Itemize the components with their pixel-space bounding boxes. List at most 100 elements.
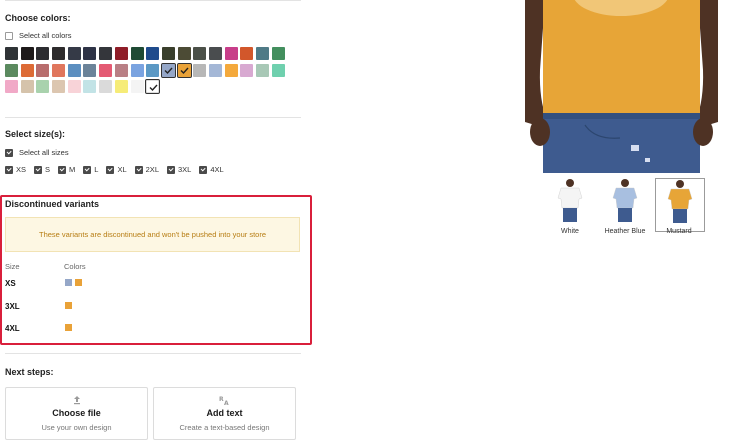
color-swatch[interactable] [240, 47, 254, 60]
color-swatch[interactable] [67, 63, 81, 77]
size-label: 4XL [210, 165, 224, 174]
size-checkbox[interactable] [167, 165, 175, 174]
discontinued-warning: These variants are discontinued and won'… [5, 217, 300, 252]
size-checkbox[interactable] [5, 165, 13, 174]
size-option[interactable]: 2XL [134, 165, 159, 174]
color-swatch[interactable] [20, 47, 34, 60]
size-checkbox[interactable] [106, 165, 115, 174]
color-swatch[interactable] [52, 63, 66, 77]
discontinued-color-swatch [65, 279, 72, 286]
size-checkbox[interactable] [34, 165, 43, 174]
tshirt-thumbnail-image [612, 179, 638, 222]
color-swatch[interactable] [256, 47, 269, 60]
discontinued-warning-text: These variants are discontinued and won'… [39, 230, 266, 239]
choose-file-card[interactable]: Choose file Use your own design [5, 387, 148, 440]
color-swatch[interactable] [208, 47, 222, 60]
color-swatch[interactable] [146, 63, 160, 77]
color-swatch[interactable] [99, 63, 113, 77]
size-option[interactable]: M [58, 165, 75, 174]
color-swatch[interactable] [5, 47, 18, 60]
column-header-size: Size [5, 262, 20, 271]
color-swatch[interactable] [130, 63, 144, 77]
color-swatch[interactable] [177, 47, 191, 60]
choose-file-title: Choose file [52, 408, 101, 418]
text-icon: RA [219, 395, 231, 407]
add-text-subtitle: Create a text-based design [179, 423, 270, 432]
size-label: XL [117, 165, 127, 174]
size-option[interactable]: S [34, 165, 50, 174]
divider [5, 0, 301, 1]
color-swatch[interactable] [130, 47, 144, 60]
size-option[interactable]: L [83, 165, 98, 174]
size-checkbox[interactable] [58, 165, 67, 174]
color-swatch[interactable] [114, 63, 128, 77]
color-swatch[interactable] [20, 63, 34, 77]
size-checkbox[interactable] [134, 165, 143, 174]
color-swatch[interactable] [271, 63, 285, 77]
color-swatch[interactable] [52, 80, 66, 93]
size-option[interactable]: XL [106, 165, 127, 174]
colors-heading: Choose colors: [5, 13, 71, 23]
color-swatch[interactable] [114, 80, 128, 93]
select-all-sizes[interactable]: Select all sizes [5, 148, 69, 157]
size-checkbox[interactable] [199, 165, 208, 174]
product-preview-image [525, 0, 718, 173]
color-swatch[interactable] [67, 47, 81, 60]
svg-text:A: A [224, 400, 229, 405]
color-swatch[interactable] [99, 80, 113, 93]
color-swatch[interactable] [67, 80, 81, 93]
color-swatch[interactable] [240, 63, 254, 77]
color-swatch[interactable] [36, 80, 50, 93]
size-option[interactable]: 4XL [199, 165, 224, 174]
color-thumbnail[interactable] [601, 178, 649, 230]
discontinued-color-swatch [75, 279, 82, 286]
color-swatch[interactable] [256, 63, 269, 77]
size-option[interactable]: XS [5, 165, 26, 174]
color-thumbnail[interactable] [546, 178, 594, 230]
discontinued-size: 4XL [5, 324, 20, 333]
size-checkbox[interactable] [83, 165, 92, 174]
add-text-card[interactable]: RA Add text Create a text-based design [153, 387, 296, 440]
select-all-colors[interactable]: Select all colors [5, 31, 72, 40]
model-wearing-tshirt [525, 0, 718, 173]
color-swatch[interactable] [5, 80, 18, 93]
color-thumbnail-label: Heather Blue [604, 228, 646, 235]
color-swatch[interactable] [176, 62, 193, 78]
color-swatch[interactable] [83, 80, 97, 93]
color-swatch[interactable] [160, 62, 177, 78]
checkmark-icon [180, 67, 189, 74]
color-swatch[interactable] [36, 63, 50, 77]
select-all-sizes-checkbox[interactable] [5, 148, 13, 157]
color-thumbnail-label: White [561, 228, 579, 235]
select-all-colors-label: Select all colors [19, 31, 72, 40]
color-thumbnail-label: Mustard [666, 228, 692, 235]
color-swatch[interactable] [83, 63, 97, 77]
color-swatch[interactable] [193, 63, 207, 77]
color-swatch[interactable] [99, 47, 113, 60]
color-swatch[interactable] [224, 47, 238, 60]
select-all-colors-checkbox[interactable] [5, 31, 13, 40]
color-swatch[interactable] [114, 47, 128, 60]
color-swatch[interactable] [144, 78, 161, 95]
select-all-sizes-label: Select all sizes [19, 148, 69, 157]
color-swatch[interactable] [193, 47, 207, 60]
color-swatch[interactable] [146, 47, 160, 60]
color-swatch[interactable] [271, 47, 285, 60]
color-swatch[interactable] [20, 80, 34, 93]
tshirt-thumbnail-image [557, 179, 583, 222]
color-swatch[interactable] [36, 47, 50, 60]
next-steps-heading: Next steps: [5, 367, 54, 377]
color-thumbnail[interactable] [655, 178, 705, 232]
color-swatch[interactable] [52, 47, 66, 60]
color-swatch[interactable] [83, 47, 97, 60]
choose-file-subtitle: Use your own design [41, 423, 112, 432]
color-swatch[interactable] [5, 63, 18, 77]
color-swatch[interactable] [224, 63, 238, 77]
color-swatch[interactable] [161, 47, 175, 60]
discontinued-color-swatch [65, 324, 72, 331]
color-swatch-grid [5, 47, 285, 95]
size-option[interactable]: 3XL [167, 165, 191, 174]
checkmark-icon [149, 84, 158, 92]
color-swatch[interactable] [130, 80, 144, 93]
color-swatch[interactable] [208, 63, 222, 77]
